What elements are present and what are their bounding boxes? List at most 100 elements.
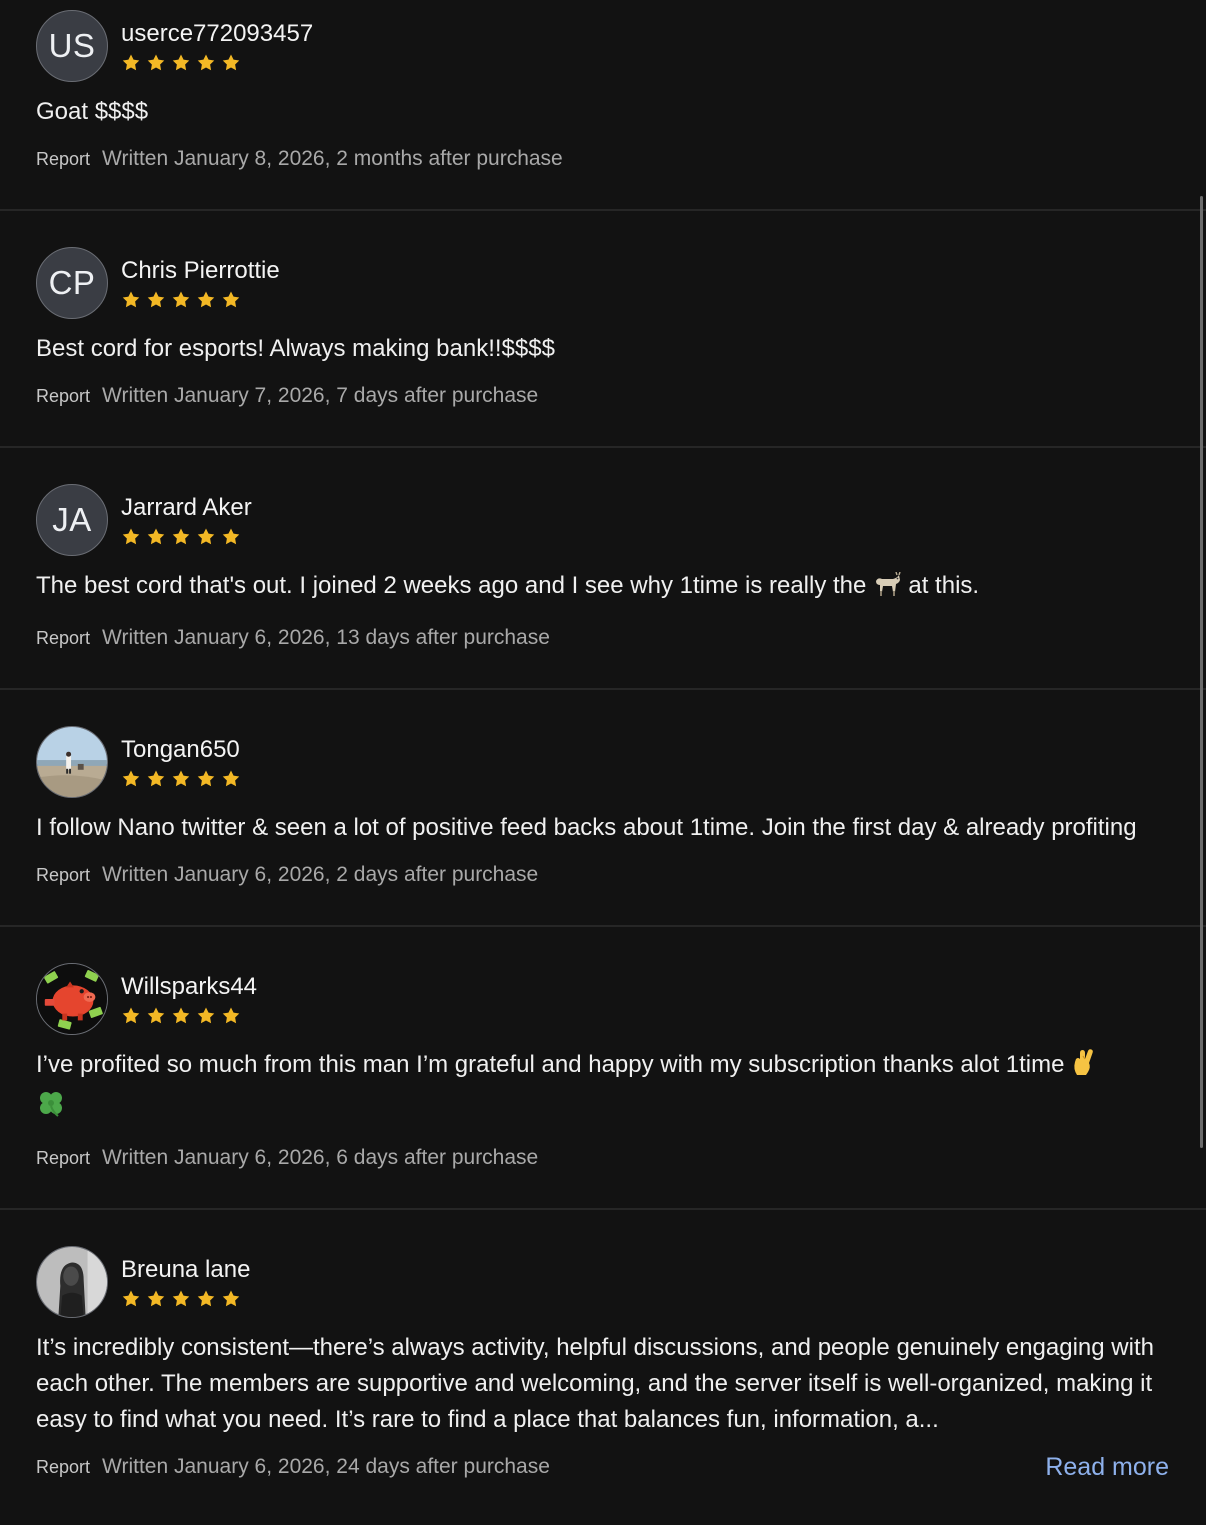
star-icon <box>122 1290 140 1306</box>
username[interactable]: Chris Pierrottie <box>121 257 280 285</box>
report-link[interactable]: Report <box>36 1148 90 1169</box>
report-link[interactable]: Report <box>36 628 90 649</box>
review-text-part: I’ve profited so much from this man I’m … <box>36 1051 1065 1078</box>
review-item: US userce772093457 Goat $$$$ Report Writ… <box>0 0 1206 211</box>
star-icon <box>222 291 240 307</box>
review-author: Tongan650 <box>121 736 241 789</box>
review-header: Willsparks44 <box>36 927 1170 1035</box>
report-link[interactable]: Report <box>36 1457 90 1478</box>
written-date: Written January 6, 2026, 13 days after p… <box>102 626 550 649</box>
goat-emoji-icon <box>872 571 902 609</box>
star-icon <box>147 1290 165 1306</box>
star-icon <box>147 1007 165 1023</box>
review-header: Tongan650 <box>36 690 1170 798</box>
star-icon <box>147 291 165 307</box>
review-item: Breuna lane It’s incredibly consistent—t… <box>0 1210 1206 1517</box>
piggy-bank-avatar-icon[interactable] <box>36 963 108 1035</box>
written-date: Written January 6, 2026, 24 days after p… <box>102 1455 550 1478</box>
star-icon <box>197 528 215 544</box>
star-icon <box>197 54 215 70</box>
username[interactable]: Willsparks44 <box>121 973 257 1001</box>
portrait-photo-avatar-icon[interactable] <box>36 1246 108 1318</box>
star-rating <box>121 1006 257 1026</box>
username[interactable]: Tongan650 <box>121 736 241 764</box>
star-icon <box>172 528 190 544</box>
star-icon <box>122 291 140 307</box>
review-footer: Report Written January 6, 2026, 6 days a… <box>36 1143 1170 1208</box>
review-author: Willsparks44 <box>121 973 257 1026</box>
review-text: I follow Nano twitter & seen a lot of po… <box>36 814 1137 841</box>
review-list: US userce772093457 Goat $$$$ Report Writ… <box>0 0 1206 1517</box>
star-icon <box>122 54 140 70</box>
review-text: Goat $$$$ <box>36 98 149 125</box>
avatar[interactable]: JA <box>36 484 108 556</box>
review-item: CP Chris Pierrottie Best cord for esport… <box>0 211 1206 448</box>
review-item: Tongan650 I follow Nano twitter & seen a… <box>0 690 1206 927</box>
username[interactable]: Breuna lane <box>121 1256 250 1284</box>
review-footer: Report Written January 7, 2026, 7 days a… <box>36 381 1170 446</box>
written-date: Written January 7, 2026, 7 days after pu… <box>102 384 539 407</box>
review-text: The best cord that's out. I joined 2 wee… <box>36 568 1170 609</box>
star-icon <box>122 1007 140 1023</box>
scrollbar-thumb[interactable] <box>1200 196 1203 1148</box>
star-rating <box>121 290 280 310</box>
star-icon <box>147 54 165 70</box>
review-footer: Report Written January 6, 2026, 13 days … <box>36 623 1170 688</box>
review-header: CP Chris Pierrottie <box>36 211 1170 319</box>
review-item: JA Jarrard Aker The best cord that's out… <box>0 448 1206 690</box>
avatar[interactable]: CP <box>36 247 108 319</box>
star-icon <box>222 54 240 70</box>
star-icon <box>222 1007 240 1023</box>
review-item: Willsparks44 I’ve profited so much from … <box>0 927 1206 1210</box>
star-rating <box>121 1289 250 1309</box>
star-icon <box>122 770 140 786</box>
star-icon <box>222 770 240 786</box>
four-leaf-clover-emoji-icon <box>36 1088 66 1129</box>
written-date: Written January 6, 2026, 2 days after pu… <box>102 863 539 886</box>
star-icon <box>147 770 165 786</box>
star-icon <box>147 528 165 544</box>
star-icon <box>222 528 240 544</box>
star-rating <box>121 53 313 73</box>
star-icon <box>172 1007 190 1023</box>
report-link[interactable]: Report <box>36 865 90 886</box>
star-icon <box>172 291 190 307</box>
read-more-link[interactable]: Read more <box>1045 1453 1169 1482</box>
star-icon <box>197 1007 215 1023</box>
username[interactable]: userce772093457 <box>121 20 313 48</box>
review-text: Best cord for esports! Always making ban… <box>36 335 555 362</box>
star-rating <box>121 769 241 789</box>
crossed-fingers-emoji-icon <box>1070 1047 1096 1088</box>
review-footer: Report Written January 8, 2026, 2 months… <box>36 144 1170 209</box>
star-icon <box>122 528 140 544</box>
star-icon <box>172 54 190 70</box>
username[interactable]: Jarrard Aker <box>121 494 252 522</box>
star-icon <box>197 770 215 786</box>
review-header: Breuna lane <box>36 1210 1170 1318</box>
star-rating <box>121 527 252 547</box>
review-text-part: at this. <box>908 572 980 599</box>
report-link[interactable]: Report <box>36 386 90 407</box>
review-author: Chris Pierrottie <box>121 257 280 310</box>
star-icon <box>172 770 190 786</box>
review-header: JA Jarrard Aker <box>36 448 1170 556</box>
report-link[interactable]: Report <box>36 149 90 170</box>
star-icon <box>222 1290 240 1306</box>
review-author: Jarrard Aker <box>121 494 252 547</box>
star-icon <box>172 1290 190 1306</box>
written-date: Written January 6, 2026, 6 days after pu… <box>102 1146 539 1169</box>
avatar[interactable]: US <box>36 10 108 82</box>
review-author: Breuna lane <box>121 1256 250 1309</box>
review-author: userce772093457 <box>121 20 313 73</box>
star-icon <box>197 291 215 307</box>
scrollbar[interactable] <box>1198 196 1206 1148</box>
review-header: US userce772093457 <box>36 0 1170 82</box>
review-text: I’ve profited so much from this man I’m … <box>36 1047 1170 1129</box>
review-text: It’s incredibly consistent—there’s alway… <box>36 1334 1154 1433</box>
review-footer: Report Written January 6, 2026, 2 days a… <box>36 860 1170 925</box>
written-date: Written January 8, 2026, 2 months after … <box>102 147 563 170</box>
review-footer: Report Written January 6, 2026, 24 days … <box>36 1452 1170 1517</box>
beach-photo-avatar-icon[interactable] <box>36 726 108 798</box>
review-text-part: The best cord that's out. I joined 2 wee… <box>36 572 867 599</box>
star-icon <box>197 1290 215 1306</box>
